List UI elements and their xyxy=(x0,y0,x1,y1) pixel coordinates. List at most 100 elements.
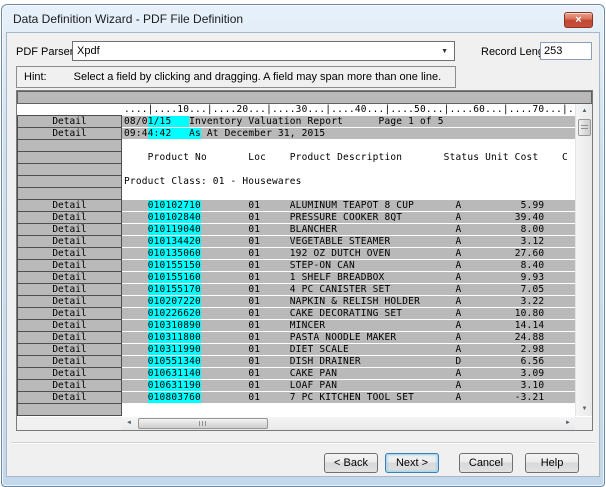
pdf-line[interactable]: 010311800 01 PASTA NOODLE MAKER A 24.88 xyxy=(122,332,575,344)
line-text: 01 LOAF PAN A 3.10 xyxy=(201,380,544,391)
line-text xyxy=(124,224,148,235)
pdf-line[interactable]: 010226620 01 CAKE DECORATING SET A 10.80 xyxy=(122,308,575,320)
line-text xyxy=(124,368,148,379)
line-text: 01 STEP-ON CAN A 8.40 xyxy=(201,260,544,271)
back-button[interactable]: < Back xyxy=(324,453,378,473)
pdf-line[interactable]: 010551340 01 DISH DRAINER D 6.56 xyxy=(122,356,575,368)
dialog-client-area: PDF Parser Xpdf ▼ Record Length Hint: Se… xyxy=(6,32,600,477)
scroll-down-icon[interactable]: ▼ xyxy=(576,402,593,416)
scroll-right-icon[interactable]: ► xyxy=(561,417,575,430)
pdf-line[interactable]: 010134420 01 VEGETABLE STEAMER A 3.12 xyxy=(122,236,575,248)
field-selection: 010631190 xyxy=(148,380,201,391)
field-selection: 010310890 xyxy=(148,320,201,331)
pdf-line[interactable]: Product No Loc Product Description Statu… xyxy=(122,152,575,164)
field-selection: 010134420 xyxy=(148,236,201,247)
line-text: 01 192 OZ DUTCH OVEN A 27.60 xyxy=(201,248,544,259)
pdf-line[interactable] xyxy=(122,404,575,416)
pdf-line[interactable]: 010102840 01 PRESSURE COOKER 8QT A 39.40 xyxy=(122,212,575,224)
grid-rows: ....|....10...|....20...|....30...|....4… xyxy=(17,104,575,416)
line-text xyxy=(124,272,148,283)
line-text: 01 DISH DRAINER D 6.56 xyxy=(201,356,544,367)
field-selection: 010551340 xyxy=(148,356,201,367)
line-text xyxy=(124,284,148,295)
field-selection: 010155160 xyxy=(148,272,201,283)
grid-row xyxy=(17,404,575,416)
column-ruler: ....|....10...|....20...|....30...|....4… xyxy=(122,104,575,116)
vertical-scrollbar[interactable]: ▲ ▼ xyxy=(575,104,592,416)
line-text xyxy=(124,380,148,391)
line-text: 01 DIET SCALE A 2.98 xyxy=(201,344,544,355)
pdf-line[interactable] xyxy=(122,140,575,152)
pdf-parser-select[interactable]: Xpdf ▼ xyxy=(72,41,455,61)
thumb-grip-icon xyxy=(199,421,207,426)
line-text: 01 CAKE DECORATING SET A 10.80 xyxy=(201,308,544,319)
horizontal-scrollbar-thumb[interactable] xyxy=(138,418,268,429)
pdf-line[interactable]: 010119040 01 BLANCHER A 8.00 xyxy=(122,224,575,236)
hint-label: Hint: xyxy=(24,71,47,83)
pdf-line[interactable]: 08/01/15 Inventory Valuation Report Page… xyxy=(122,116,575,128)
pdf-line[interactable]: 010102710 01 ALUMINUM TEAPOT 8 CUP A 5.9… xyxy=(122,200,575,212)
dialog-window: Data Definition Wizard - PDF File Defini… xyxy=(1,4,605,487)
field-selection: 010102840 xyxy=(148,212,201,223)
horizontal-scrollbar[interactable]: ◄ ► xyxy=(122,417,575,430)
line-text: 01 PASTA NOODLE MAKER A 24.88 xyxy=(201,332,544,343)
line-text xyxy=(124,200,148,211)
line-text xyxy=(124,332,148,343)
pdf-line[interactable]: 010155170 01 4 PC CANISTER SET A 7.05 xyxy=(122,284,575,296)
field-selection: 010155150 xyxy=(148,260,201,271)
hint-text: Select a field by clicking and dragging.… xyxy=(74,71,442,83)
pdf-line[interactable]: 010311990 01 DIET SCALE A 2.98 xyxy=(122,344,575,356)
record-length-input[interactable] xyxy=(540,42,592,60)
scroll-left-icon[interactable]: ◄ xyxy=(122,417,136,430)
line-text: 01 CAKE PAN A 3.09 xyxy=(201,368,544,379)
close-button[interactable]: × xyxy=(564,12,593,28)
next-button[interactable]: Next > xyxy=(385,453,439,473)
pdf-parser-value: Xpdf xyxy=(77,45,441,57)
pdf-line[interactable]: Product Class: 01 - Housewares xyxy=(122,176,575,188)
pdf-line[interactable]: 010631140 01 CAKE PAN A 3.09 xyxy=(122,368,575,380)
pdf-line[interactable]: 010155150 01 STEP-ON CAN A 8.40 xyxy=(122,260,575,272)
pdf-line[interactable] xyxy=(122,164,575,176)
field-selection: 010311800 xyxy=(148,332,201,343)
line-text: 01 1 SHELF BREADBOX A 9.93 xyxy=(201,272,544,283)
thumb-grip-icon xyxy=(581,125,588,131)
hint-box: Hint: Select a field by clicking and dra… xyxy=(16,66,456,88)
footer-separator xyxy=(11,442,595,444)
line-text: Inventory Valuation Report Page 1 of 5 xyxy=(189,116,444,127)
pdf-line[interactable]: 09:44:42 As At December 31, 2015 xyxy=(122,128,575,140)
line-text: 01 PRESSURE COOKER 8QT A 39.40 xyxy=(201,212,544,223)
footer-buttons: < Back Next > Cancel Help xyxy=(312,453,579,473)
line-text xyxy=(124,236,148,247)
line-text xyxy=(124,320,148,331)
pdf-preview-grid: ....|....10...|....20...|....30...|....4… xyxy=(16,90,593,431)
line-text xyxy=(124,260,148,271)
line-text: 01 4 PC CANISTER SET A 7.05 xyxy=(201,284,544,295)
pdf-line[interactable] xyxy=(122,188,575,200)
field-selection: 010119040 xyxy=(148,224,201,235)
field-selection: 010311990 xyxy=(148,344,201,355)
cancel-button[interactable]: Cancel xyxy=(459,453,513,473)
line-text: 09:4 xyxy=(124,128,148,139)
pdf-line[interactable]: 010155160 01 1 SHELF BREADBOX A 9.93 xyxy=(122,272,575,284)
pdf-line[interactable]: 010803760 01 7 PC KITCHEN TOOL SET A -3.… xyxy=(122,392,575,404)
vertical-scrollbar-thumb[interactable] xyxy=(578,119,591,136)
field-selection: 4:42 As xyxy=(148,128,201,139)
grid-header-strip xyxy=(17,91,592,104)
pdf-line[interactable]: 010310890 01 MINCER A 14.14 xyxy=(122,320,575,332)
field-selection: 010102710 xyxy=(148,200,201,211)
pdf-line[interactable]: 010135060 01 192 OZ DUTCH OVEN A 27.60 xyxy=(122,248,575,260)
pdf-parser-label: PDF Parser xyxy=(16,46,73,58)
line-text xyxy=(124,212,148,223)
pdf-line[interactable]: 010631190 01 LOAF PAN A 3.10 xyxy=(122,380,575,392)
window-title: Data Definition Wizard - PDF File Defini… xyxy=(13,12,243,26)
pdf-line[interactable]: 010207220 01 NAPKIN & RELISH HOLDER A 3.… xyxy=(122,296,575,308)
field-selection: 1/15 xyxy=(148,116,189,127)
help-button[interactable]: Help xyxy=(525,453,579,473)
line-text xyxy=(124,296,148,307)
line-text: 01 7 PC KITCHEN TOOL SET A -3.21 xyxy=(201,392,544,403)
scroll-up-icon[interactable]: ▲ xyxy=(576,104,593,118)
horizontal-scrollbar-row: ◄ ► xyxy=(17,417,592,430)
line-text: 01 ALUMINUM TEAPOT 8 CUP A 5.99 xyxy=(201,200,544,211)
line-text xyxy=(124,356,148,367)
line-text: 01 VEGETABLE STEAMER A 3.12 xyxy=(201,236,544,247)
